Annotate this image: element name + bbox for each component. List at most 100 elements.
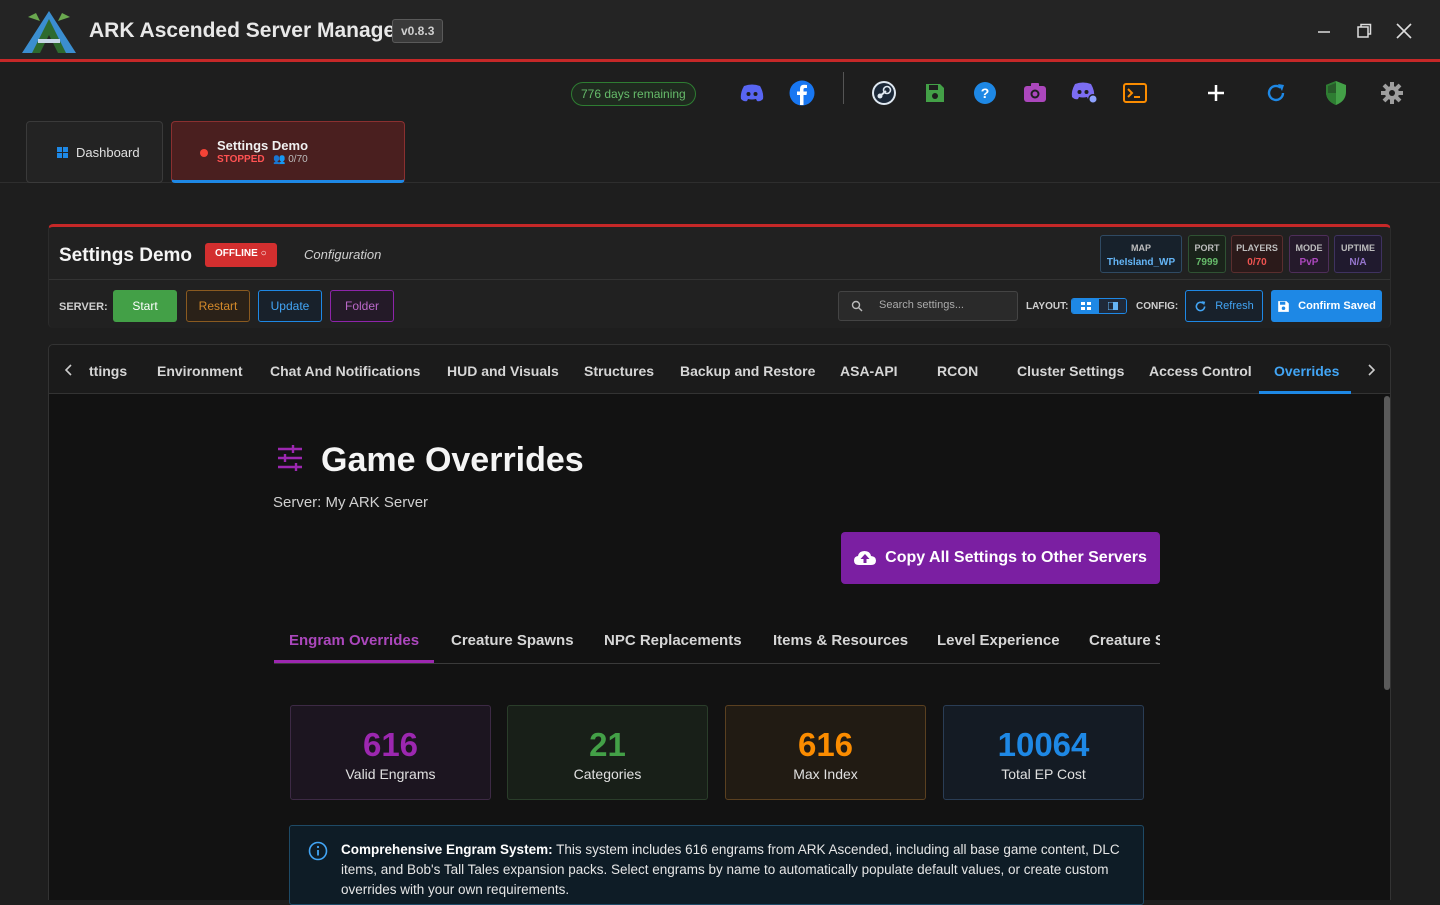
tab-structures[interactable]: Structures [584, 363, 654, 379]
cloud-upload-icon [854, 551, 877, 565]
screenshot-button[interactable] [1021, 79, 1049, 107]
server-panel: Settings Demo OFFLINE ○ Configuration MA… [48, 224, 1391, 328]
subtab-creature-spawns[interactable]: Creature Spawns [451, 632, 574, 649]
settings-button[interactable] [1378, 79, 1406, 107]
tab-cluster-settings[interactable]: Cluster Settings [1017, 363, 1124, 379]
facebook-button[interactable] [788, 79, 816, 107]
stat-card-label: Valid Engrams [345, 766, 436, 782]
tab-dashboard[interactable]: Dashboard [26, 121, 163, 183]
confirm-saved-button[interactable]: Confirm Saved [1271, 290, 1382, 322]
stat-map-key: MAP [1131, 243, 1151, 253]
help-button[interactable]: ? [971, 79, 999, 107]
restore-icon [1357, 23, 1372, 38]
tab-server-settings-demo[interactable]: Settings Demo STOPPED 👥 0/70 [171, 121, 405, 183]
stat-card-value: 616 [362, 726, 419, 763]
tab-server-name: Settings Demo [217, 138, 309, 153]
tab-general-settings[interactable]: ttings [89, 363, 127, 379]
stat-card-value: 616 [797, 726, 854, 763]
tab-overrides[interactable]: Overrides [1274, 363, 1339, 379]
stat-mode-key: MODE [1295, 243, 1323, 253]
stat-card-label: Categories [573, 766, 642, 782]
steam-button[interactable] [870, 79, 898, 107]
tab-asa-api[interactable]: ASA-API [840, 363, 898, 379]
tab-backup-restore[interactable]: Backup and Restore [680, 363, 815, 379]
tab-access-control[interactable]: Access Control [1149, 363, 1252, 379]
tab-server-players: 👥 0/70 [273, 154, 308, 165]
stat-port-value: 7999 [1195, 257, 1219, 268]
subtab-items-resources[interactable]: Items & Resources [773, 632, 908, 649]
stat-card-label: Max Index [793, 766, 858, 782]
layout-toggle[interactable] [1071, 298, 1127, 314]
chevron-left-icon [65, 364, 72, 376]
steam-icon [872, 81, 896, 105]
title-bar: ARK Ascended Server Manager v0.8.3 [0, 0, 1440, 62]
facebook-icon [789, 80, 815, 106]
app-title: ARK Ascended Server Manager [89, 19, 404, 42]
terminal-icon [1123, 83, 1147, 103]
server-label: SERVER: [59, 301, 108, 313]
tab-hud-visuals[interactable]: HUD and Visuals [447, 363, 559, 379]
tab-environment[interactable]: Environment [157, 363, 243, 379]
svg-text:?: ? [981, 85, 990, 101]
tabs-scroll-right[interactable] [1363, 361, 1379, 379]
copy-settings-button[interactable]: Copy All Settings to Other Servers [841, 532, 1160, 584]
page-title: Game Overrides [321, 441, 584, 479]
stat-port-key: PORT [1194, 243, 1220, 253]
layout-grid-option[interactable] [1072, 299, 1099, 313]
restart-button[interactable]: Restart [186, 290, 250, 322]
settings-tab-strip: ttings Environment Chat And Notification… [48, 344, 1391, 394]
tab-chat-notifications[interactable]: Chat And Notifications [270, 363, 420, 379]
camera-icon [1024, 83, 1046, 102]
settings-search [838, 291, 1018, 321]
chevron-right-icon [1368, 364, 1375, 376]
save-button[interactable] [921, 79, 949, 107]
panel-title: Settings Demo [59, 245, 193, 266]
start-button[interactable]: Start [113, 290, 177, 322]
help-icon: ? [974, 82, 996, 104]
panel-subtitle: Configuration [304, 247, 382, 262]
tune-icon [278, 445, 302, 471]
close-button[interactable] [1391, 18, 1417, 44]
stat-port: PORT 7999 [1188, 235, 1226, 273]
tab-server-status: STOPPED [217, 154, 265, 165]
stat-uptime: UPTIME N/A [1334, 235, 1382, 273]
server-tab-bar: Dashboard Settings Demo STOPPED 👥 0/70 [0, 121, 1440, 183]
stat-mode-value: PvP [1299, 257, 1319, 268]
gear-icon [1381, 82, 1403, 104]
security-button[interactable] [1322, 79, 1350, 107]
info-title: Comprehensive Engram System: [341, 842, 553, 857]
content-scrollbar[interactable] [1384, 396, 1390, 690]
shield-icon [1326, 81, 1346, 105]
search-input[interactable] [879, 299, 1009, 311]
save-icon [1278, 300, 1289, 312]
subtab-engram-overrides[interactable]: Engram Overrides [289, 632, 419, 649]
stat-map: MAP TheIsland_WP [1100, 235, 1182, 273]
refresh-icon [1195, 300, 1206, 311]
update-button[interactable]: Update [258, 290, 322, 322]
layout-split-option[interactable] [1099, 299, 1126, 313]
add-server-button[interactable] [1202, 79, 1230, 107]
maximize-button[interactable] [1351, 18, 1377, 44]
subtab-level-experience[interactable]: Level Experience [937, 632, 1060, 649]
refresh-button[interactable] [1262, 79, 1290, 107]
stat-uptime-key: UPTIME [1340, 243, 1375, 253]
overrides-subtabs: Engram Overrides Creature Spawns NPC Rep… [274, 620, 1160, 664]
folder-button[interactable]: Folder [330, 290, 394, 322]
tabs-scroll-left[interactable] [61, 361, 77, 379]
discord-bot-button[interactable] [1071, 79, 1099, 107]
discord-bot-icon [1071, 82, 1098, 104]
stat-map-value: TheIsland_WP [1106, 257, 1176, 268]
tab-rcon[interactable]: RCON [937, 363, 978, 379]
console-button[interactable] [1121, 79, 1149, 107]
engram-info-alert: Comprehensive Engram System: This system… [289, 825, 1144, 905]
discord-button[interactable] [738, 79, 766, 107]
status-badge: OFFLINE ○ [205, 243, 277, 267]
subtab-creature-stats[interactable]: Creature S [1089, 632, 1160, 649]
minimize-button[interactable] [1311, 18, 1337, 44]
status-badge-text: OFFLINE [215, 248, 258, 259]
stat-card-total-ep-cost: 10064 Total EP Cost [943, 705, 1144, 800]
config-label: CONFIG: [1136, 301, 1179, 312]
minimize-icon [1318, 31, 1330, 33]
refresh-config-button[interactable]: Refresh [1185, 290, 1263, 322]
subtab-npc-replacements[interactable]: NPC Replacements [604, 632, 742, 649]
